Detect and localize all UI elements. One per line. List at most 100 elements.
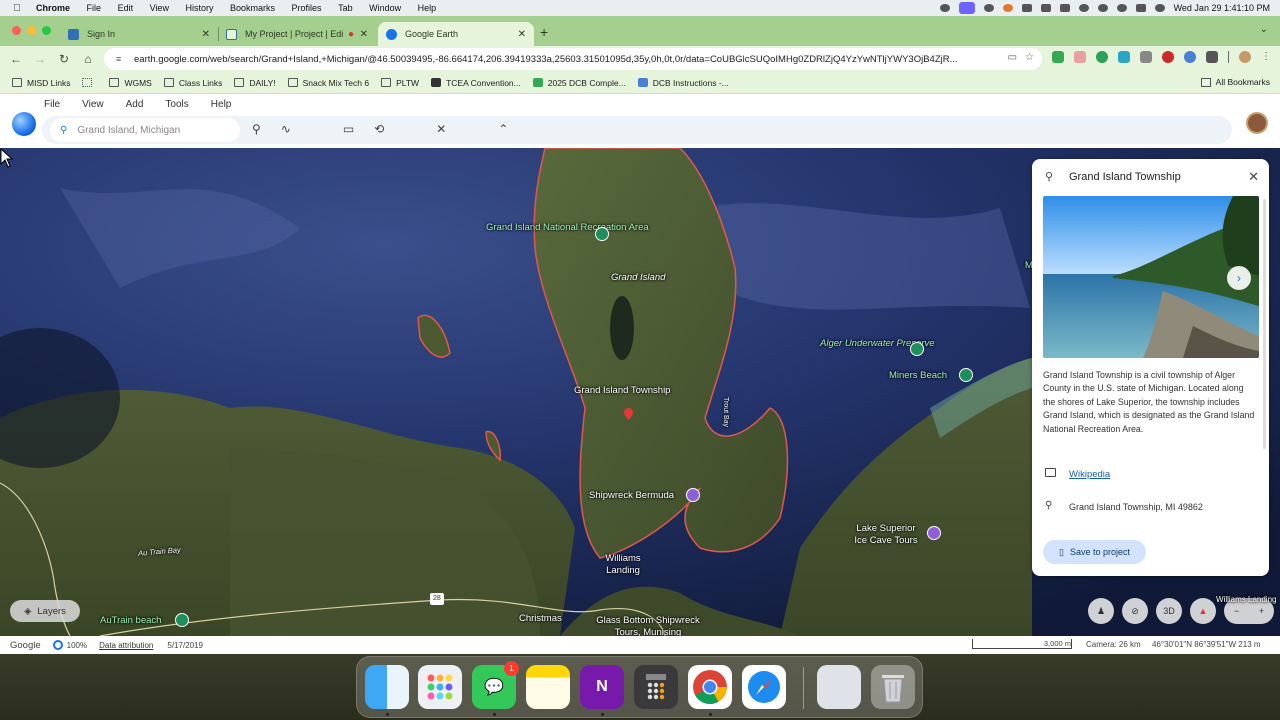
extension-icon[interactable] <box>1184 51 1196 63</box>
screen-share-icon[interactable] <box>958 2 975 14</box>
history-icon[interactable]: ⟲ <box>374 122 384 136</box>
label-williams-edge[interactable]: Williams Landing <box>1216 594 1276 606</box>
extension-icon[interactable] <box>1052 51 1064 63</box>
puzzle-icon[interactable] <box>1206 51 1218 63</box>
tab-sign-in[interactable]: Sign In ✕ <box>60 22 219 46</box>
placemark-icon[interactable]: ⚲ <box>252 122 261 136</box>
menu-help[interactable]: Help <box>418 3 437 13</box>
label-township[interactable]: Grand Island Township <box>574 385 670 397</box>
bookmark-daily[interactable]: DAILY! <box>234 78 276 88</box>
tab-search-icon[interactable]: ⌄ <box>1260 24 1268 35</box>
home-button[interactable]: ⌂ <box>76 52 100 66</box>
notes-icon[interactable] <box>526 665 570 709</box>
label-christmas[interactable]: Christmas <box>519 613 562 625</box>
site-info-icon[interactable]: ≡ <box>116 54 128 64</box>
bookmark-pltw[interactable]: PLTW <box>381 78 419 88</box>
collapse-icon[interactable]: ⌃ <box>498 122 508 136</box>
menu-window[interactable]: Window <box>369 3 401 13</box>
tour-icon[interactable] <box>927 526 941 540</box>
avatar[interactable] <box>1246 112 1268 134</box>
user-switch-icon[interactable] <box>1097 4 1108 12</box>
location-pin-icon[interactable] <box>624 408 633 420</box>
search-icon[interactable] <box>1116 4 1127 12</box>
back-button[interactable]: ← <box>4 52 28 66</box>
extension-icon[interactable] <box>1118 51 1130 63</box>
close-window-button[interactable] <box>12 26 21 35</box>
bookmark-dcb-complete[interactable]: 2025 DCB Comple... <box>532 78 626 88</box>
calculator-icon[interactable] <box>634 665 678 709</box>
apple-icon[interactable]:  <box>10 2 24 14</box>
path-icon[interactable]: ∿ <box>281 122 291 136</box>
close-icon[interactable]: ✕ <box>202 29 210 40</box>
extension-icon[interactable] <box>1096 51 1108 63</box>
menu-file[interactable]: File <box>87 3 102 13</box>
beach-icon[interactable] <box>175 613 189 627</box>
microphone-icon[interactable] <box>939 4 950 12</box>
menu-view[interactable]: View <box>150 3 169 13</box>
zoom-out-icon[interactable]: − <box>1234 606 1239 616</box>
earth-menu-tools[interactable]: Tools <box>165 99 188 110</box>
bookmark-misd-links[interactable]: MISD Links <box>12 78 70 88</box>
launchpad-icon[interactable] <box>418 665 462 709</box>
siri-icon[interactable] <box>1154 4 1165 12</box>
safari-icon[interactable] <box>742 665 786 709</box>
address-bar[interactable]: ≡ earth.google.com/web/search/Grand+Isla… <box>104 48 1042 70</box>
dive-site-icon[interactable] <box>910 342 924 356</box>
label-miners-beach[interactable]: Miners Beach <box>889 370 947 382</box>
all-bookmarks[interactable]: All Bookmarks <box>1200 77 1270 87</box>
tools-icon[interactable]: ✕ <box>436 122 446 136</box>
onenote-icon[interactable]: N <box>580 665 624 709</box>
apps-grid[interactable] <box>82 78 97 87</box>
install-app-icon[interactable]: ▭ <box>1007 52 1018 63</box>
pegman-icon[interactable]: ♟ <box>1088 598 1114 624</box>
bookmark-dcb-instructions[interactable]: DCB Instructions -... <box>637 78 729 88</box>
cloud-icon[interactable] <box>983 4 994 12</box>
tilt-icon[interactable]: ⊘ <box>1122 598 1148 624</box>
bluetooth-icon[interactable] <box>1040 4 1051 12</box>
forward-button[interactable]: → <box>28 52 52 66</box>
reload-button[interactable]: ↻ <box>52 52 76 66</box>
toggle-3d-button[interactable]: 3D <box>1156 598 1182 624</box>
menu-edit[interactable]: Edit <box>118 3 134 13</box>
clock[interactable]: Wed Jan 29 1:41:10 PM <box>1174 3 1270 13</box>
menu-tab[interactable]: Tab <box>338 3 353 13</box>
minimize-window-button[interactable] <box>27 26 36 35</box>
finder-icon[interactable] <box>365 665 409 709</box>
save-to-project-button[interactable]: ▯ Save to project <box>1043 540 1146 564</box>
menu-app-name[interactable]: Chrome <box>36 3 70 13</box>
panel-scrollbar[interactable] <box>1263 199 1266 449</box>
data-attribution-link[interactable]: Data attribution <box>99 641 153 650</box>
menu-history[interactable]: History <box>185 3 213 13</box>
close-icon[interactable]: ✕ <box>1248 169 1259 185</box>
control-center-icon[interactable] <box>1135 4 1146 12</box>
profile-avatar-icon[interactable] <box>1239 51 1251 63</box>
label-ice-cave[interactable]: Lake Superior Ice Cave Tours <box>851 523 921 547</box>
earth-menu-add[interactable]: Add <box>126 99 144 110</box>
label-recreation-area[interactable]: Grand Island National Recreation Area <box>486 222 649 234</box>
bookmark-wgms[interactable]: WGMS <box>109 78 152 88</box>
label-glass-bottom[interactable]: Glass Bottom Shipwreck Tours, Munising <box>592 615 704 636</box>
minimized-window-icon[interactable] <box>817 665 861 709</box>
beach-icon[interactable] <box>959 368 973 382</box>
more-menu-icon[interactable]: ⋮ <box>1261 51 1273 63</box>
battery-icon[interactable] <box>1059 4 1070 12</box>
label-grand-island[interactable]: Grand Island <box>611 272 665 284</box>
layers-button[interactable]: ◈ Layers <box>10 600 80 622</box>
label-shipwreck[interactable]: Shipwreck Bermuda <box>589 490 674 502</box>
label-williams-landing[interactable]: Williams Landing <box>600 553 646 577</box>
app-status-icon[interactable] <box>1002 4 1013 12</box>
earth-menu-file[interactable]: File <box>44 99 60 110</box>
bookmark-class-links[interactable]: Class Links <box>163 78 222 88</box>
bookmark-snack-mix[interactable]: Snack Mix Tech 6 <box>287 78 369 88</box>
audio-icon[interactable] <box>1021 4 1032 12</box>
tab-my-project[interactable]: My Project | Project | Edi ● ✕ <box>218 22 376 46</box>
earth-search-input[interactable]: ⚲ Grand Island, Michigan <box>50 118 240 142</box>
earth-logo-icon[interactable] <box>12 112 36 136</box>
label-autrain-beach[interactable]: AuTrain beach <box>100 615 161 627</box>
compass-icon[interactable]: ▲ <box>1190 598 1216 624</box>
scale-bar[interactable]: 3,000 m <box>972 639 1072 649</box>
extension-icon[interactable] <box>1140 51 1152 63</box>
menu-profiles[interactable]: Profiles <box>292 3 322 13</box>
close-icon[interactable]: ✕ <box>360 29 368 40</box>
bookmark-tcea[interactable]: TCEA Convention... <box>431 78 521 88</box>
